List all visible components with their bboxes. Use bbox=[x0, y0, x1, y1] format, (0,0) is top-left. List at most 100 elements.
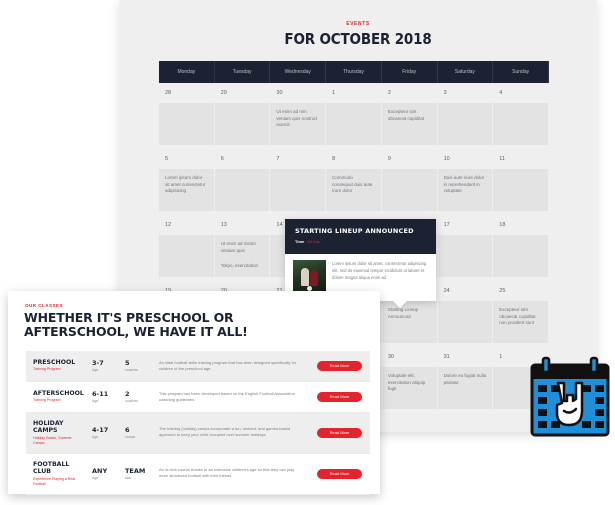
calendar-day-cell[interactable]: 2 Excepteur sint obcaecat cupiditat bbox=[381, 85, 438, 151]
classes-kicker: OUR CLASSES bbox=[25, 303, 64, 308]
read-more-button[interactable]: Read More bbox=[317, 469, 362, 479]
class-count-label: coaches bbox=[125, 399, 139, 403]
popup-time-label: Time bbox=[295, 239, 305, 244]
calendar-day-cell[interactable]: 5 Lorem ipsum dolor sit amet consectetur … bbox=[159, 151, 215, 217]
day-number: 2 bbox=[387, 90, 391, 96]
day-event-area bbox=[437, 103, 493, 145]
event-text[interactable]: Tokyo, exercitation bbox=[221, 263, 264, 268]
day-event-area bbox=[437, 235, 493, 277]
calendar-day-cell[interactable]: 13 Ut enim ad minim veniam quis Tokyo, exe… bbox=[214, 217, 271, 283]
weekday-tuesday: Tuesday bbox=[215, 61, 271, 83]
class-age: 3-7 bbox=[92, 359, 104, 367]
calendar-day-cell[interactable]: 3 bbox=[437, 85, 494, 151]
day-event-area bbox=[381, 169, 437, 211]
class-count: 5 bbox=[125, 359, 130, 367]
day-number: 30 bbox=[387, 354, 394, 360]
calendar-day-cell[interactable]: 11 bbox=[493, 151, 549, 217]
event-text[interactable]: Commodo consequat duis aute irure dolor bbox=[332, 175, 375, 195]
calendar-day-cell[interactable]: 1 bbox=[326, 85, 382, 151]
day-event-area bbox=[493, 169, 548, 211]
calendar-day-cell[interactable]: 30 Voluptate elit, exercitation aliquip f… bbox=[381, 349, 438, 415]
day-number: 28 bbox=[165, 90, 172, 96]
table-row: AFTERSCHOOL Training Program 6-11 Age 2 … bbox=[26, 382, 370, 413]
calendar-day-cell[interactable]: 17 bbox=[437, 217, 494, 283]
calendar-day-cell[interactable]: 7 bbox=[270, 151, 327, 217]
calendar-day-cell[interactable]: 28 bbox=[159, 85, 215, 151]
class-description: An in-club course thanks to an extensive… bbox=[159, 467, 295, 478]
day-event-area bbox=[270, 169, 326, 211]
read-more-button[interactable]: Read More bbox=[317, 361, 362, 371]
class-description: An inital football skills training progr… bbox=[159, 360, 297, 371]
weekday-thursday: Thursday bbox=[326, 61, 382, 83]
day-event-area bbox=[214, 103, 270, 145]
class-count-label: camps bbox=[125, 435, 136, 439]
calendar-day-cell[interactable]: 6 bbox=[214, 151, 271, 217]
event-text[interactable]: Excepteur sint obcaecat cupiditat bbox=[388, 109, 431, 122]
day-number: 11 bbox=[499, 156, 505, 162]
player-figure bbox=[310, 270, 318, 286]
class-name: PRESCHOOL bbox=[33, 359, 76, 366]
day-event-area bbox=[326, 103, 381, 145]
day-number: 1 bbox=[499, 354, 503, 360]
day-number: 14 bbox=[276, 222, 283, 228]
class-count: 2 bbox=[125, 390, 130, 398]
popup-description: Lorem ipsum dolor sit amet, consectetur … bbox=[332, 261, 427, 280]
event-text[interactable]: Ut enim ad minim veniam quis bbox=[221, 241, 264, 254]
class-age-label: Age bbox=[92, 368, 99, 372]
day-number: 13 bbox=[220, 222, 227, 228]
event-text[interactable]: Excepteur sint obcaecat cupiditat non pr… bbox=[499, 307, 542, 327]
weekday-friday: Friday bbox=[382, 61, 438, 83]
event-popup[interactable]: STARTING LINEUP ANNOUNCED Time All Day Lo… bbox=[285, 219, 436, 309]
popup-header: STARTING LINEUP ANNOUNCED Time All Day bbox=[285, 219, 436, 254]
class-age-label: Age bbox=[92, 476, 99, 480]
popup-time-value: All Day bbox=[307, 239, 320, 244]
class-subtitle: Experience Playing a Real Football bbox=[33, 477, 76, 486]
calendar-day-cell[interactable]: 10 Duis aute irure dolor in reprehenderit… bbox=[437, 151, 494, 217]
calendar-rock-hand-icon bbox=[530, 356, 610, 437]
event-photo bbox=[293, 260, 326, 293]
table-row: FOOTBALL CLUB Experience Playing a Real … bbox=[26, 454, 370, 495]
calendar-day-cell[interactable]: 18 bbox=[493, 217, 549, 283]
day-number: 7 bbox=[276, 156, 280, 162]
weekday-wednesday: Wednesday bbox=[270, 61, 327, 83]
weekday-sunday: Sunday bbox=[493, 61, 549, 83]
class-count-label: coaches bbox=[125, 368, 139, 372]
read-more-button[interactable]: Read More bbox=[317, 392, 362, 402]
day-number: 10 bbox=[443, 156, 450, 162]
popup-title[interactable]: STARTING LINEUP ANNOUNCED bbox=[295, 227, 426, 235]
calendar-day-cell[interactable]: 30 Ut enim ad min veniam quis nostrud exe… bbox=[270, 85, 327, 151]
class-subtitle: Training Program bbox=[33, 398, 61, 402]
weekday-monday: Monday bbox=[159, 61, 215, 83]
day-event-area bbox=[214, 169, 270, 211]
class-age-label: Age bbox=[92, 399, 99, 403]
calendar-day-cell[interactable]: 4 bbox=[493, 85, 549, 151]
calendar-day-cell[interactable]: 25 Excepteur sint obcaecat cupiditat non … bbox=[493, 283, 549, 349]
calendar-day-cell[interactable]: 29 bbox=[214, 85, 271, 151]
day-event-area bbox=[159, 103, 214, 145]
event-text[interactable]: Duis aute irure dolor in reprehenderit i… bbox=[444, 175, 487, 195]
class-name: HOLIDAY CAMPS bbox=[33, 420, 64, 434]
calendar-day-cell[interactable]: 12 bbox=[159, 217, 215, 283]
class-count: 6 bbox=[125, 426, 130, 434]
calendar-day-cell[interactable]: 9 bbox=[381, 151, 438, 217]
event-text[interactable]: Ut enim ad min veniam quis nostrud exerc… bbox=[276, 109, 319, 129]
day-number: 5 bbox=[165, 156, 169, 162]
read-more-button[interactable]: Read More bbox=[317, 428, 362, 438]
popup-time: Time All Day bbox=[295, 239, 426, 244]
event-text[interactable]: Starting Lineup Announced bbox=[388, 307, 431, 320]
day-event-area bbox=[493, 103, 548, 145]
event-text[interactable]: Lorem ipsum dolor sit amet consectetur a… bbox=[165, 175, 208, 195]
calendar-day-cell[interactable]: 8 Commodo consequat duis aute irure dolor bbox=[326, 151, 382, 217]
player-figure bbox=[301, 268, 309, 286]
table-row: HOLIDAY CAMPS Holiday Easter, Summer Cam… bbox=[26, 413, 370, 454]
event-text[interactable]: Voluptate elit, exercitation aliquip fug… bbox=[388, 373, 431, 393]
day-number: 29 bbox=[220, 90, 227, 96]
day-number: 18 bbox=[499, 222, 506, 228]
day-event-area bbox=[437, 301, 493, 343]
class-name: FOOTBALL CLUB bbox=[33, 461, 70, 475]
class-age: ANY bbox=[92, 467, 108, 475]
calendar-day-cell[interactable]: 24 bbox=[437, 283, 494, 349]
event-text[interactable]: Dolore eu fugiat nulla pariatur bbox=[444, 373, 487, 386]
day-number: 25 bbox=[499, 288, 506, 294]
calendar-day-cell[interactable]: 31 Dolore eu fugiat nulla pariatur bbox=[437, 349, 494, 415]
